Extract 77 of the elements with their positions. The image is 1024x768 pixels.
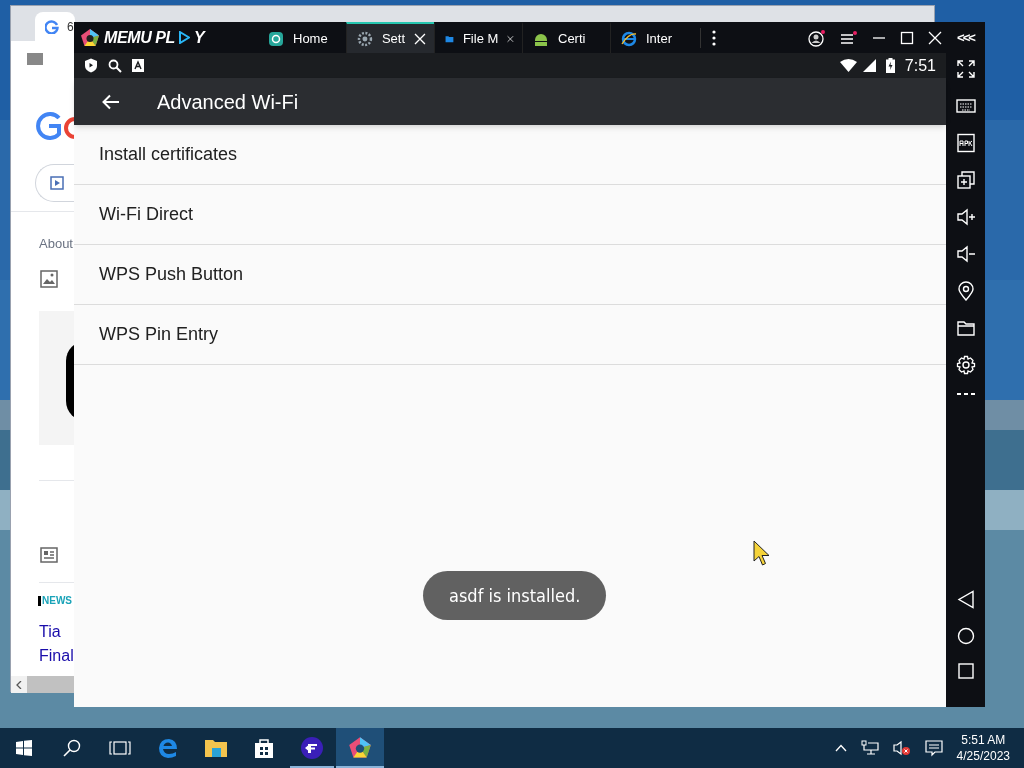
settings-item[interactable]: Wi-Fi Direct	[74, 185, 946, 245]
image-icon	[40, 270, 58, 288]
logo-text: Y	[194, 27, 205, 48]
tab-title: Sett	[381, 29, 406, 48]
file-explorer-icon[interactable]	[204, 738, 228, 758]
tab-title: Certi	[558, 29, 586, 48]
close-icon[interactable]	[928, 30, 942, 45]
tab-title: File M	[462, 29, 499, 48]
store-icon[interactable]	[253, 737, 275, 759]
menu-icon[interactable]	[840, 29, 858, 46]
recent-apps-icon[interactable]	[957, 663, 974, 679]
home-app-icon	[268, 30, 284, 47]
browser-tab[interactable]: 6	[35, 12, 75, 41]
play-icon	[179, 31, 190, 44]
screen-title: Advanced Wi-Fi	[157, 89, 299, 115]
toast: asdf is installed.	[423, 571, 607, 620]
multi-window-icon[interactable]	[955, 170, 976, 190]
settings-icon[interactable]	[955, 355, 976, 375]
account-icon[interactable]	[808, 28, 826, 47]
emulator-app-icon[interactable]	[348, 736, 372, 760]
horizontal-scrollbar[interactable]	[11, 676, 75, 693]
location-icon[interactable]	[955, 281, 976, 301]
more-icon[interactable]	[712, 29, 716, 46]
tab-title: Home	[293, 29, 328, 48]
logo-text: MEMU PL	[104, 27, 175, 48]
volume-up-icon[interactable]	[955, 207, 976, 227]
search-icon[interactable]	[63, 739, 81, 757]
browser-icon	[621, 30, 637, 47]
logo-icon	[80, 27, 100, 48]
news-logo-icon	[38, 596, 41, 606]
volume-down-icon[interactable]	[955, 244, 976, 264]
settings-item[interactable]: WPS Pin Entry	[74, 305, 946, 365]
mouse-cursor-icon	[753, 540, 772, 567]
emulator-tab[interactable]: Sett	[346, 22, 434, 53]
close-tab-icon[interactable]	[414, 32, 426, 45]
settings-item[interactable]: Install certificates	[74, 125, 946, 185]
start-icon[interactable]	[16, 740, 32, 756]
home-icon[interactable]	[956, 627, 975, 645]
folder-icon	[27, 51, 43, 65]
back-arrow-icon[interactable]	[102, 93, 120, 110]
network-icon[interactable]	[860, 740, 879, 756]
task-view-icon[interactable]	[109, 741, 131, 755]
apk-icon[interactable]	[955, 133, 976, 153]
folder-icon[interactable]	[955, 318, 976, 338]
google-logo-icon	[35, 110, 75, 140]
google-icon	[45, 19, 59, 34]
settings-item[interactable]: WPS Push Button	[74, 245, 946, 305]
headline-link[interactable]: Final	[39, 644, 74, 668]
about-text: About	[39, 235, 73, 253]
collapse-sidebar-button[interactable]: <<<	[957, 27, 974, 48]
video-icon	[50, 176, 64, 190]
back-icon[interactable]	[956, 590, 975, 609]
notifications-icon[interactable]	[924, 739, 943, 757]
clock-text: 7:51	[904, 55, 936, 76]
scroll-left-icon[interactable]	[11, 676, 27, 693]
keyboard-icon[interactable]	[955, 96, 976, 116]
tab-title: Inter	[646, 29, 672, 48]
emulator-tab[interactable]: Home	[258, 22, 346, 53]
edge-icon[interactable]	[157, 737, 179, 759]
clock[interactable]: 5:51 AM 4/25/2023	[956, 732, 1010, 764]
tab-title: 6	[67, 18, 74, 36]
maximize-icon[interactable]	[900, 30, 914, 45]
app-icon[interactable]	[300, 736, 324, 760]
wifi-icon	[839, 59, 857, 72]
search-icon	[108, 58, 122, 73]
more-options-icon[interactable]	[956, 392, 975, 396]
news-source: NEWS	[42, 596, 72, 606]
shield-icon	[84, 58, 98, 73]
news-icon	[40, 547, 58, 563]
fullscreen-icon[interactable]	[955, 59, 976, 79]
headline-link[interactable]: Tia	[39, 620, 74, 644]
show-hidden-icons-icon[interactable]	[834, 744, 847, 752]
signal-icon	[862, 59, 876, 72]
muted-speaker-icon[interactable]	[892, 740, 911, 756]
gear-icon	[357, 30, 373, 47]
keyboard-a-icon	[132, 59, 144, 72]
battery-icon	[885, 58, 895, 73]
